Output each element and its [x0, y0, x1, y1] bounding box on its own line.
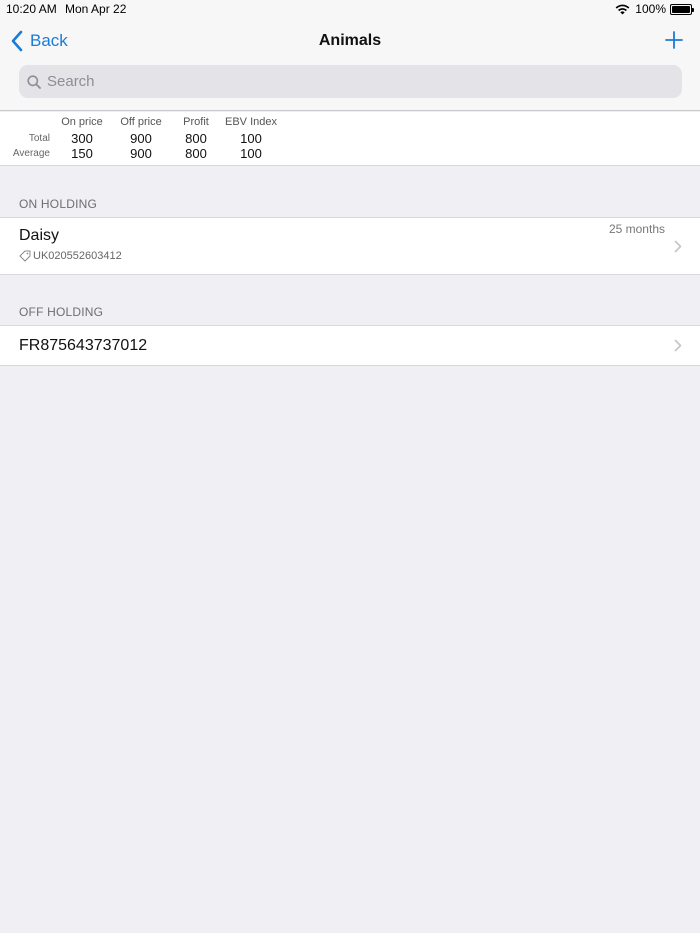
average-off-price: 900	[130, 146, 152, 161]
chevron-right-icon	[674, 240, 682, 253]
wifi-icon	[615, 4, 630, 14]
row-label-average: Average	[12, 148, 50, 159]
battery-percent: 100%	[635, 2, 666, 16]
top-bar: 10:20 AM Mon Apr 22 100% Back Animals	[0, 0, 700, 111]
chevron-right-icon	[674, 339, 682, 352]
column-header-profit: Profit	[183, 116, 209, 128]
column-header-off-price: Off price	[120, 116, 162, 128]
average-ebv-index: 100	[240, 146, 262, 161]
total-on-price: 300	[71, 131, 93, 146]
animal-age: 25 months	[608, 222, 665, 236]
animal-row-fr875643737012[interactable]: FR875643737012	[0, 325, 700, 366]
section-header-off-holding: OFF HOLDING	[19, 305, 104, 319]
total-off-price: 900	[130, 131, 152, 146]
total-profit: 800	[185, 131, 207, 146]
page-title: Animals	[318, 32, 382, 49]
row-label-total: Total	[28, 133, 50, 144]
search-input[interactable]	[47, 65, 682, 98]
status-time: 10:20 AM	[6, 2, 57, 16]
animal-tag: UK020552603412	[19, 250, 122, 262]
total-ebv-index: 100	[240, 131, 262, 146]
summary-table: On price Off price Profit EBV Index Tota…	[0, 112, 700, 166]
search-bar[interactable]	[19, 65, 682, 98]
animal-row-daisy[interactable]: Daisy UK020552603412 25 months	[0, 217, 700, 275]
status-date: Mon Apr 22	[65, 2, 127, 16]
search-icon	[27, 74, 41, 89]
column-header-ebv-index: EBV Index	[225, 116, 277, 128]
column-header-on-price: On price	[61, 116, 103, 128]
plus-icon[interactable]	[665, 31, 683, 49]
status-bar: 10:20 AM Mon Apr 22 100%	[0, 0, 700, 18]
animal-name: Daisy	[19, 227, 60, 244]
average-on-price: 150	[71, 146, 93, 161]
section-header-on-holding: ON HOLDING	[19, 197, 98, 211]
animal-tag-number: UK020552603412	[33, 250, 122, 262]
tag-icon	[19, 250, 31, 262]
average-profit: 800	[185, 146, 207, 161]
animal-name: FR875643737012	[19, 337, 148, 354]
battery-icon	[670, 3, 694, 15]
status-right: 100%	[615, 2, 694, 16]
